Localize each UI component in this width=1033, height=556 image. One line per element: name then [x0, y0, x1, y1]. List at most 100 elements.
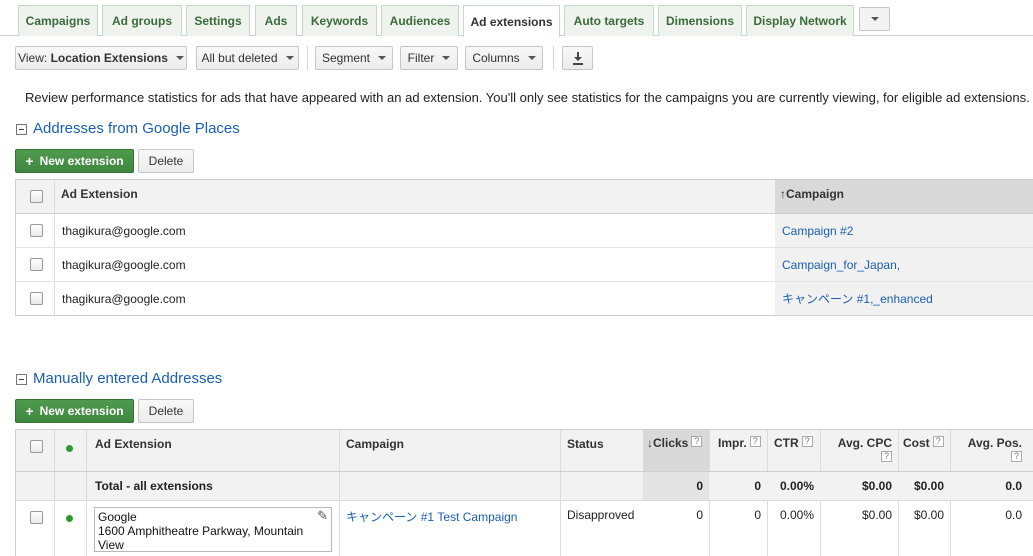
delete-label: Delete	[148, 154, 184, 168]
status-dot-cell	[66, 501, 76, 556]
status-dot-header	[66, 430, 76, 471]
campaign-link[interactable]: キャンペーン #1,_enhanced	[782, 290, 933, 307]
delete-label: Delete	[148, 404, 184, 418]
select-all-checkbox[interactable]	[29, 190, 43, 203]
ad-extension-email: thagikura@google.com	[62, 257, 186, 272]
places-table: Ad Extension ↑ Campaign thagikura@google.…	[15, 179, 1033, 316]
campaign-link[interactable]: Campaign #2	[782, 224, 853, 238]
delete-button[interactable]: Delete	[138, 149, 194, 173]
header-clicks-sorted[interactable]: ↓ Clicks?	[643, 430, 709, 471]
column-divider	[54, 472, 55, 500]
tab-audiences[interactable]: Audiences	[381, 5, 459, 36]
table-row: Google 1600 Amphitheatre Parkway, Mounta…	[16, 501, 1033, 556]
help-icon[interactable]: ?	[932, 436, 944, 447]
chevron-down-icon	[378, 56, 387, 60]
address-box[interactable]: Google 1600 Amphitheatre Parkway, Mounta…	[94, 507, 332, 552]
tab-dimensions[interactable]: Dimensions	[658, 5, 742, 36]
status-filter-label: All but deleted	[201, 51, 278, 65]
total-row: Total - all extensions 0 0 0.00% $0.00 $…	[16, 472, 1033, 501]
header-avg-cpc[interactable]: Avg. CPC?	[824, 430, 896, 473]
header-impr[interactable]: Impr.?	[718, 430, 770, 471]
campaign-cell: キャンペーン #1,_enhanced	[775, 282, 1033, 315]
campaign-link[interactable]: キャンペーン #1 Test Campaign	[346, 508, 517, 525]
row-checkbox-cell	[28, 282, 44, 315]
view-prefix: View:	[18, 51, 48, 65]
tab-ads[interactable]: Ads	[255, 5, 297, 36]
status-filter-dropdown[interactable]: All but deleted	[196, 46, 299, 70]
header-cost[interactable]: Cost?	[903, 430, 953, 471]
toolbar-divider	[553, 46, 554, 70]
row-checkbox[interactable]	[29, 258, 43, 271]
columns-dropdown[interactable]: Columns	[465, 46, 543, 70]
header-avg-cpc-label: Avg. CPC	[837, 436, 892, 450]
tab-campaigns[interactable]: Campaigns	[18, 5, 98, 36]
column-divider	[86, 472, 87, 500]
help-icon[interactable]: ?	[801, 436, 813, 447]
chevron-down-icon	[175, 56, 184, 60]
total-cost: $0.00	[913, 479, 944, 493]
edit-pencil-icon[interactable]: ✎	[317, 509, 328, 523]
ctr-value: 0.00%	[779, 508, 814, 522]
header-impr-label: Impr.	[718, 436, 747, 450]
row-checkbox[interactable]	[29, 511, 43, 524]
header-status[interactable]: Status	[567, 430, 647, 471]
campaign-link[interactable]: Campaign_for_Japan,	[782, 258, 900, 272]
row-checkbox[interactable]	[29, 224, 43, 237]
header-ad-extension[interactable]: Ad Extension	[61, 180, 361, 213]
manual-section-title: Manually entered Addresses	[33, 370, 223, 387]
tab-settings[interactable]: Settings	[186, 5, 250, 36]
tab-ad-extensions[interactable]: Ad extensions	[463, 5, 560, 37]
collapse-section-icon[interactable]	[16, 124, 27, 135]
more-tabs-button[interactable]	[859, 7, 890, 31]
header-campaign-sorted[interactable]: ↑ Campaign	[775, 180, 1033, 213]
header-avg-pos[interactable]: Avg. Pos.?	[954, 430, 1024, 473]
filter-dropdown[interactable]: Filter	[400, 46, 458, 70]
campaign-cell: Campaign_for_Japan,	[775, 248, 1033, 281]
segment-dropdown[interactable]: Segment	[315, 46, 393, 70]
avg-cpc-value: $0.00	[861, 508, 892, 522]
total-clicks: 0	[643, 472, 709, 500]
toolbar-divider	[307, 46, 308, 70]
address-line-name: Google	[98, 510, 137, 524]
table-header: Ad Extension Campaign Status ↓ Clicks? Im…	[16, 429, 1033, 472]
column-divider	[54, 248, 55, 281]
header-ctr-label: CTR	[774, 436, 799, 450]
tab-display-network[interactable]: Display Network	[746, 5, 854, 36]
header-campaign[interactable]: Campaign	[346, 430, 556, 471]
chevron-down-icon	[870, 17, 879, 21]
filter-label: Filter	[407, 51, 435, 65]
tab-ad-groups[interactable]: Ad groups	[102, 5, 182, 36]
help-icon[interactable]: ?	[1011, 451, 1022, 462]
total-avg-pos: 0.0	[1005, 479, 1022, 493]
chevron-down-icon	[285, 56, 294, 60]
new-extension-button[interactable]: + New extension	[15, 149, 134, 173]
column-divider	[339, 501, 340, 556]
new-extension-button[interactable]: + New extension	[15, 399, 134, 423]
collapse-section-icon[interactable]	[16, 374, 27, 385]
row-checkbox-cell	[28, 501, 44, 556]
impr-value: 0	[754, 508, 761, 522]
tab-auto-targets[interactable]: Auto targets	[564, 5, 654, 36]
column-divider	[54, 501, 55, 556]
select-all-checkbox[interactable]	[29, 440, 43, 453]
view-dropdown[interactable]: View: Location Extensions	[15, 46, 187, 70]
column-divider	[560, 501, 561, 556]
header-ad-extension[interactable]: Ad Extension	[95, 430, 335, 471]
help-icon[interactable]: ?	[881, 451, 892, 462]
column-divider	[54, 214, 55, 247]
column-divider	[767, 430, 768, 471]
help-icon[interactable]: ?	[749, 436, 761, 447]
plus-icon: +	[25, 153, 34, 169]
download-button[interactable]	[562, 46, 593, 70]
help-icon[interactable]: ?	[691, 436, 703, 447]
row-checkbox[interactable]	[29, 292, 43, 305]
tab-bar: Campaigns Ad groups Settings Ads Keyword…	[0, 0, 1033, 37]
tab-keywords[interactable]: Keywords	[302, 5, 377, 36]
campaign-cell: キャンペーン #1 Test Campaign	[346, 501, 556, 556]
address-line-street: 1600 Amphitheatre Parkway, Mountain View	[98, 524, 304, 552]
delete-button[interactable]: Delete	[138, 399, 194, 423]
header-ctr[interactable]: CTR?	[774, 430, 824, 471]
header-cost-label: Cost	[903, 436, 930, 450]
header-clicks-label: Clicks	[653, 436, 689, 450]
column-divider	[339, 472, 340, 500]
